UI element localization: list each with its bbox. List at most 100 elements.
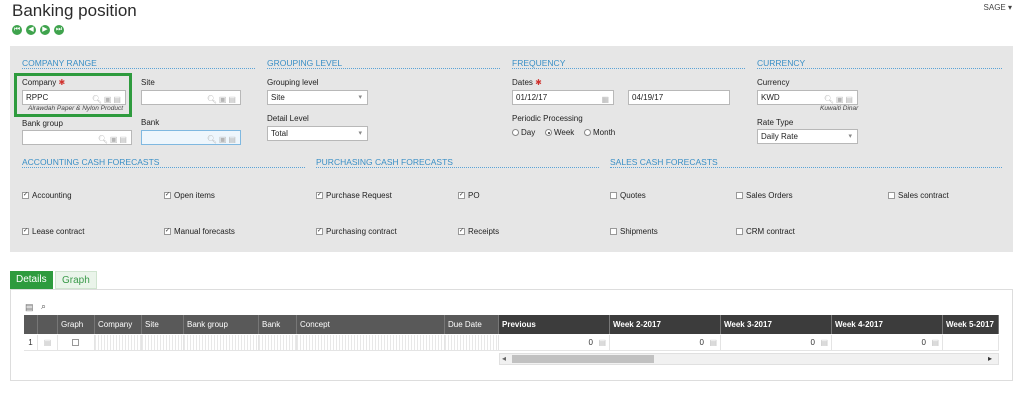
grid-header-concept[interactable]: Concept: [297, 315, 445, 334]
grid-header-rownum: [24, 315, 38, 334]
row-week-3-cell[interactable]: 0 ▤: [721, 335, 832, 351]
grid-header-week-2[interactable]: Week 2-2017: [610, 315, 721, 334]
rate-type-select[interactable]: Daily Rate ▾: [757, 129, 858, 144]
user-menu[interactable]: SAGE ▾: [984, 3, 1012, 12]
grid-header-due-date[interactable]: Due Date: [445, 315, 499, 334]
tab-details[interactable]: Details: [10, 271, 53, 289]
next-record-icon[interactable]: ▶: [40, 25, 50, 35]
checkbox-open-items[interactable]: ✓ Open items: [164, 191, 215, 200]
grid-header-bank-group[interactable]: Bank group: [184, 315, 259, 334]
checkbox-accounting[interactable]: ✓ Accounting: [22, 191, 72, 200]
search-icon[interactable]: ⌕: [41, 301, 46, 312]
date-to-field[interactable]: 04/19/17: [628, 90, 730, 105]
row-week-2-cell[interactable]: 0 ▤: [610, 335, 721, 351]
period-radio-month[interactable]: Month: [584, 128, 615, 137]
tab-graph[interactable]: Graph: [55, 271, 97, 289]
row-menu-icon[interactable]: ▤: [38, 335, 58, 351]
row-bank-group-cell[interactable]: [184, 335, 259, 351]
checkbox-quotes[interactable]: Quotes: [610, 191, 646, 200]
radio-button-selected[interactable]: [545, 129, 552, 137]
checkbox-unchecked-icon[interactable]: [888, 192, 895, 200]
grouping-level-select[interactable]: Site ▾: [267, 90, 368, 105]
first-record-icon[interactable]: ⏮: [12, 25, 22, 35]
checkbox-sales-orders[interactable]: Sales Orders: [736, 191, 793, 200]
scroll-left-icon[interactable]: ◂: [502, 354, 506, 363]
bank-field[interactable]: 🔍︎▣▤: [141, 130, 241, 145]
grid-header-site[interactable]: Site: [142, 315, 184, 334]
checkbox-unchecked-icon[interactable]: [736, 192, 743, 200]
checkbox-unchecked-icon[interactable]: [736, 228, 743, 236]
detail-level-select[interactable]: Total ▾: [267, 126, 368, 141]
company-value: RPPC: [26, 93, 49, 102]
grid-header-company[interactable]: Company: [95, 315, 142, 334]
grid-header-week-5[interactable]: Week 5-2017: [943, 315, 999, 334]
checkbox-unchecked-icon[interactable]: [610, 192, 617, 200]
site-field[interactable]: 🔍︎▣▤: [141, 90, 241, 105]
checkbox-manual-forecasts[interactable]: ✓ Manual forecasts: [164, 227, 235, 236]
checkbox-sales-contract[interactable]: Sales contract: [888, 191, 949, 200]
checkbox-checked-icon[interactable]: ✓: [316, 192, 323, 200]
checkbox-checked-icon[interactable]: ✓: [164, 192, 171, 200]
checkbox-checked-icon[interactable]: ✓: [316, 228, 323, 236]
section-sales-cash: SALES CASH FORECASTS: [610, 157, 718, 167]
checkbox-unchecked-icon[interactable]: [610, 228, 617, 236]
detail-level-label: Detail Level: [267, 114, 309, 123]
checkbox-shipments[interactable]: Shipments: [610, 227, 658, 236]
currency-label: Currency: [757, 78, 790, 87]
checkbox-purchasing-contract[interactable]: ✓ Purchasing contract: [316, 227, 397, 236]
cell-detail-icon[interactable]: ▤: [931, 335, 939, 351]
row-site-cell[interactable]: [142, 335, 184, 351]
period-radio-day[interactable]: Day: [512, 128, 535, 137]
checkbox-checked-icon[interactable]: ✓: [164, 228, 171, 236]
chevron-down-icon: ▾: [1007, 3, 1012, 12]
grid-settings-icon[interactable]: ▤: [25, 302, 34, 313]
checkbox-checked-icon[interactable]: ✓: [458, 228, 465, 236]
row-bank-cell[interactable]: [259, 335, 297, 351]
date-from-field[interactable]: 01/12/17 ▦: [512, 90, 614, 105]
cell-detail-icon[interactable]: ▤: [598, 335, 606, 351]
company-field[interactable]: RPPC 🔍︎▣▤: [22, 90, 126, 105]
bank-group-field[interactable]: 🔍︎▣▤: [22, 130, 132, 145]
scrollbar-thumb[interactable]: [512, 355, 654, 363]
checkbox-checked-icon[interactable]: ✓: [458, 192, 465, 200]
period-radio-week[interactable]: Week: [545, 128, 574, 137]
row-concept-cell[interactable]: [297, 335, 445, 351]
section-divider: [757, 68, 1002, 69]
checkbox-crm-contract[interactable]: CRM contract: [736, 227, 795, 236]
checkbox-checked-icon[interactable]: ✓: [22, 192, 29, 200]
calendar-icon[interactable]: ▦: [601, 93, 611, 106]
row-previous-cell[interactable]: 0 ▤: [499, 335, 610, 351]
grid-header-bank[interactable]: Bank: [259, 315, 297, 334]
checkbox-unchecked-icon[interactable]: [72, 339, 79, 347]
previous-record-icon[interactable]: ◀: [26, 25, 36, 35]
grid-header-week-4[interactable]: Week 4-2017: [832, 315, 943, 334]
lookup-icons[interactable]: 🔍︎▣▤: [207, 133, 238, 146]
last-record-icon[interactable]: ⏭: [54, 25, 64, 35]
scroll-right-icon[interactable]: ▸: [988, 354, 992, 363]
row-graph-checkbox[interactable]: [58, 335, 95, 351]
grid-header-week-3[interactable]: Week 3-2017: [721, 315, 832, 334]
row-week-5-cell[interactable]: [943, 335, 999, 351]
section-divider: [316, 167, 599, 168]
lookup-icons[interactable]: 🔍︎▣▤: [207, 93, 238, 106]
currency-field[interactable]: KWD 🔍︎▣▤: [757, 90, 858, 105]
cell-detail-icon[interactable]: ▤: [709, 335, 717, 351]
row-due-date-cell[interactable]: [445, 335, 499, 351]
radio-button[interactable]: [512, 129, 519, 137]
checkbox-receipts[interactable]: ✓ Receipts: [458, 227, 499, 236]
checkbox-po[interactable]: ✓ PO: [458, 191, 480, 200]
grid-header-graph[interactable]: Graph: [58, 315, 95, 334]
grid-header-action: [38, 315, 58, 334]
checkbox-lease-contract[interactable]: ✓ Lease contract: [22, 227, 84, 236]
checkbox-checked-icon[interactable]: ✓: [22, 228, 29, 236]
chevron-down-icon: ▾: [358, 130, 362, 137]
cell-detail-icon[interactable]: ▤: [820, 335, 828, 351]
detail-level-value: Total: [271, 129, 288, 138]
checkbox-purchase-request[interactable]: ✓ Purchase Request: [316, 191, 392, 200]
lookup-icons[interactable]: 🔍︎▣▤: [98, 133, 129, 146]
section-divider: [22, 68, 255, 69]
row-company-cell[interactable]: [95, 335, 142, 351]
radio-button[interactable]: [584, 129, 591, 137]
row-week-4-cell[interactable]: 0 ▤: [832, 335, 943, 351]
grid-header-previous[interactable]: Previous: [499, 315, 610, 334]
